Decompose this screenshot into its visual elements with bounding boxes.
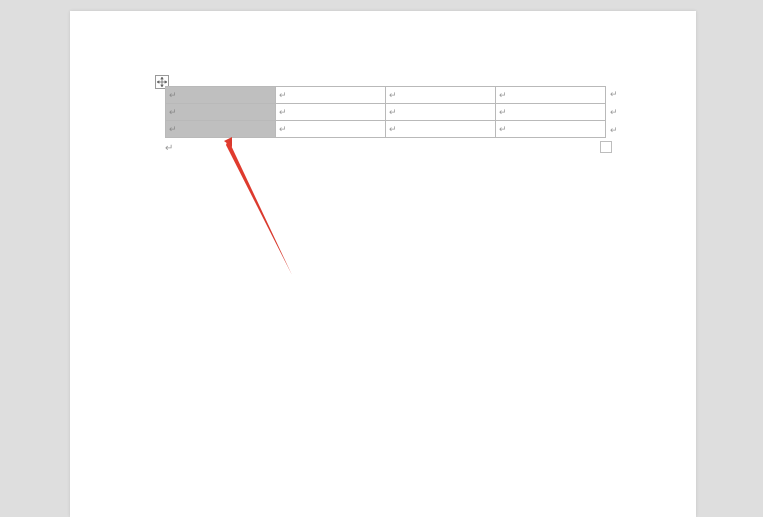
cell-mark: ↵: [279, 90, 287, 100]
document-page[interactable]: ↵ ↵ ↵ ↵ ↵ ↵ ↵ ↵ ↵ ↵ ↵ ↵ ↵ ↵ ↵ ↵: [70, 11, 696, 517]
table-cell-selected[interactable]: ↵: [166, 87, 276, 104]
table-cell[interactable]: ↵: [276, 104, 386, 121]
table-row[interactable]: ↵ ↵ ↵ ↵: [166, 87, 606, 104]
row-end-mark: ↵: [610, 89, 618, 100]
cell-mark: ↵: [499, 90, 507, 100]
table-cell[interactable]: ↵: [496, 87, 606, 104]
table-cell[interactable]: ↵: [386, 87, 496, 104]
cell-mark: ↵: [279, 107, 287, 117]
row-end-mark: ↵: [610, 107, 618, 118]
row-end-mark: ↵: [610, 125, 618, 136]
table-cell[interactable]: ↵: [386, 104, 496, 121]
table-row[interactable]: ↵ ↵ ↵ ↵: [166, 104, 606, 121]
table-cell-selected[interactable]: ↵: [166, 121, 276, 138]
cell-mark: ↵: [389, 107, 397, 117]
table-cell[interactable]: ↵: [276, 121, 386, 138]
cell-mark: ↵: [389, 90, 397, 100]
table-cell-selected[interactable]: ↵: [166, 104, 276, 121]
cell-mark: ↵: [279, 124, 287, 134]
table-container: ↵ ↵ ↵ ↵ ↵ ↵ ↵ ↵ ↵ ↵ ↵ ↵: [165, 86, 605, 138]
table-cell[interactable]: ↵: [496, 104, 606, 121]
table-cell[interactable]: ↵: [276, 87, 386, 104]
table-cell[interactable]: ↵: [496, 121, 606, 138]
table-row[interactable]: ↵ ↵ ↵ ↵: [166, 121, 606, 138]
cell-mark: ↵: [169, 107, 177, 117]
cell-mark: ↵: [389, 124, 397, 134]
cell-mark: ↵: [499, 124, 507, 134]
annotation-arrow: [198, 127, 358, 287]
paragraph-mark: ↵: [165, 143, 173, 154]
cell-mark: ↵: [499, 107, 507, 117]
cell-mark: ↵: [169, 124, 177, 134]
cell-mark: ↵: [169, 90, 177, 100]
table-resize-handle[interactable]: [600, 141, 612, 153]
table-cell[interactable]: ↵: [386, 121, 496, 138]
word-table[interactable]: ↵ ↵ ↵ ↵ ↵ ↵ ↵ ↵ ↵ ↵ ↵ ↵: [165, 86, 606, 138]
